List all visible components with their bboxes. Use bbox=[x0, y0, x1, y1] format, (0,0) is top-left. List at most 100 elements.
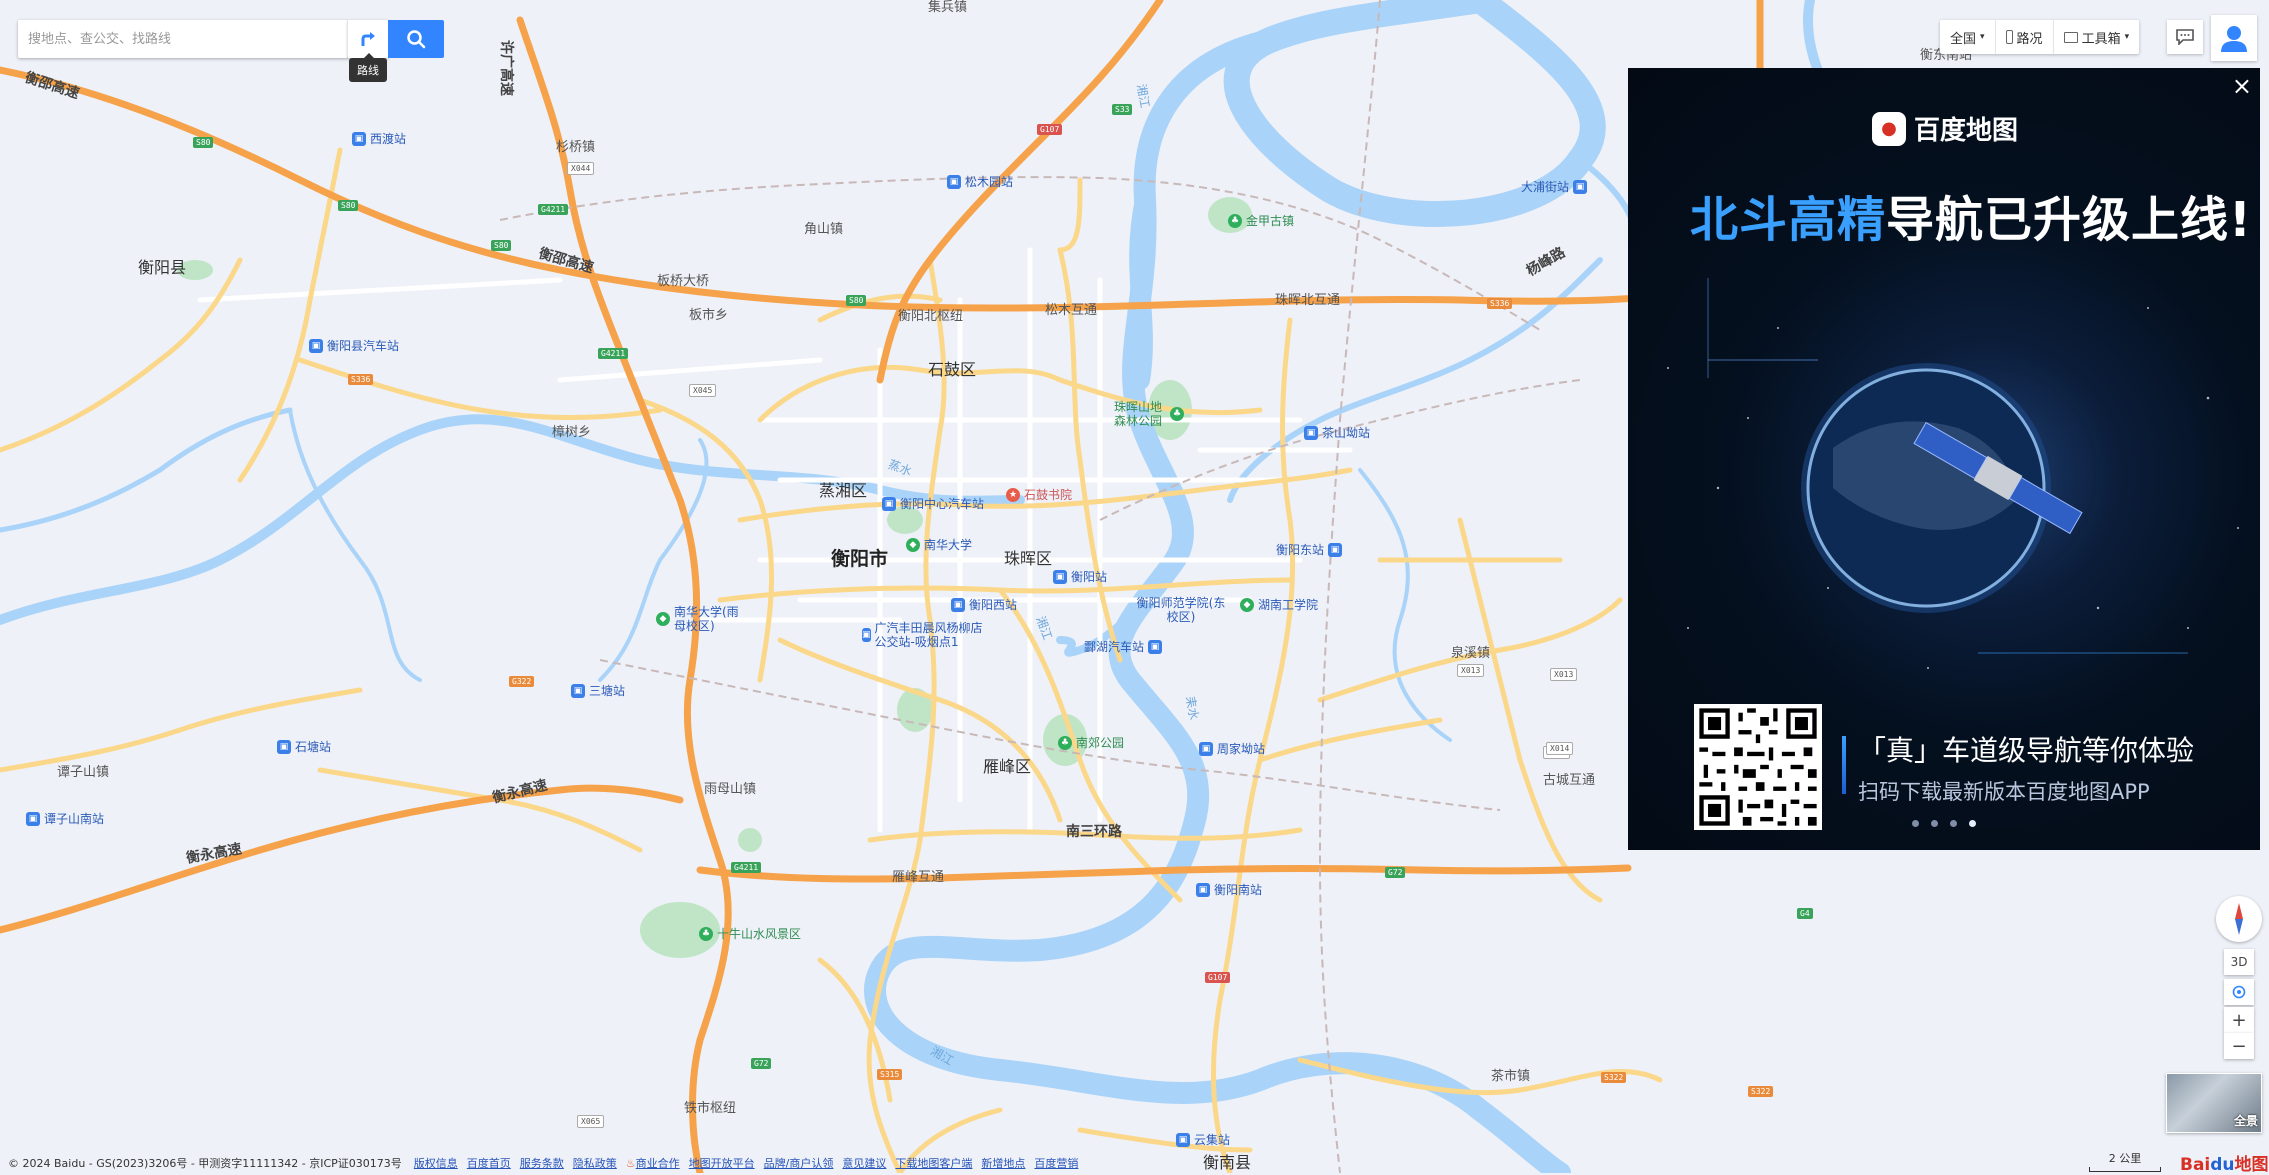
zoom-out-button[interactable]: − bbox=[2224, 1033, 2254, 1059]
3d-toggle[interactable]: 3D bbox=[2224, 949, 2254, 975]
scenic-poi[interactable]: 珠晖山地森林公园 ♣ bbox=[1114, 400, 1232, 428]
scenic-poi[interactable]: ♣ 十牛山水风景区 bbox=[699, 925, 801, 942]
station-poi[interactable]: 大浦街站 ▣ bbox=[1521, 178, 1588, 195]
road-label: 铁市枢纽 bbox=[684, 1101, 737, 1116]
road-label: 松木互通 bbox=[1045, 303, 1098, 318]
promo-headline: 北斗高精导航已升级上线! bbox=[1690, 192, 2252, 248]
town-label: 板市乡 bbox=[689, 308, 729, 323]
school-icon: ◆ bbox=[656, 612, 670, 626]
school-icon: ◆ bbox=[1240, 597, 1254, 612]
town-label: 古城互通 bbox=[1543, 773, 1596, 788]
station-poi[interactable]: ▣ 广汽丰田晨风杨柳店公交站-吸烟点1 bbox=[862, 621, 990, 649]
scale-line bbox=[2089, 1167, 2161, 1172]
route-shield: S322 bbox=[1748, 1086, 1774, 1097]
carousel-dot[interactable] bbox=[1969, 820, 1976, 827]
scenic-poi[interactable]: ♣ 南郊公园 bbox=[1058, 734, 1124, 751]
road-label: 雁峰互通 bbox=[892, 870, 945, 885]
scenic-spot-icon: ♣ bbox=[1170, 407, 1184, 421]
school-poi[interactable]: ◆ 南华大学 bbox=[906, 536, 972, 553]
route-shield: S80 bbox=[491, 240, 512, 251]
footer-link-privacy[interactable]: 隐私政策 bbox=[573, 1155, 617, 1171]
carousel-dots bbox=[1912, 820, 1976, 827]
route-shield: X013 bbox=[1457, 664, 1485, 677]
school-poi[interactable]: ◆ 湖南工学院 bbox=[1240, 596, 1318, 613]
toolbox-button[interactable]: 工具箱 ▾ bbox=[2054, 20, 2140, 54]
footer-link-copyright[interactable]: 版权信息 bbox=[414, 1155, 458, 1171]
station-poi[interactable]: ▣ 茶山坳站 bbox=[1304, 424, 1370, 441]
panorama-thumbnail[interactable]: 全景 bbox=[2166, 1073, 2262, 1133]
station-poi[interactable]: ▣ 周家坳站 bbox=[1199, 740, 1265, 757]
district-label: 珠晖区 bbox=[1004, 549, 1053, 568]
footer-bar: © 2024 Baidu - GS(2023)3206号 - 甲测资字11111… bbox=[0, 1153, 1087, 1173]
road-label: 珠晖北互通 bbox=[1275, 293, 1341, 308]
footer-link-feedback[interactable]: 意见建议 bbox=[842, 1155, 886, 1171]
close-icon[interactable]: × bbox=[2232, 74, 2252, 98]
school-poi[interactable]: ◆ 南华大学(雨母校区) bbox=[656, 605, 750, 633]
compass-icon bbox=[2235, 903, 2243, 935]
landmark-icon: ★ bbox=[1006, 487, 1020, 502]
route-shield: G4211 bbox=[731, 862, 762, 873]
route-shield: X044 bbox=[567, 162, 595, 175]
footer-link-add-place[interactable]: 新增地点 bbox=[981, 1155, 1025, 1171]
station-poi[interactable]: ▣ 衡阳县汽车站 bbox=[309, 337, 399, 354]
carousel-dot[interactable] bbox=[1950, 820, 1957, 827]
bus-station-icon: ▣ bbox=[1148, 639, 1163, 654]
bus-station-icon: ▣ bbox=[277, 739, 291, 754]
carousel-dot[interactable] bbox=[1931, 820, 1938, 827]
scenic-spot-icon: ♣ bbox=[1228, 213, 1242, 228]
station-poi[interactable]: ▣ 松木园站 bbox=[947, 173, 1013, 190]
locate-button[interactable] bbox=[2224, 979, 2254, 1005]
town-label: 雨母山镇 bbox=[704, 782, 757, 797]
station-poi[interactable]: ▣ 衡阳站 bbox=[1053, 568, 1107, 585]
landmark-poi[interactable]: ★ 石鼓书院 bbox=[1006, 486, 1072, 503]
town-label: 角山镇 bbox=[804, 222, 844, 237]
search-input[interactable] bbox=[28, 20, 348, 58]
town-label: 集兵镇 bbox=[928, 0, 968, 15]
footer-link-download[interactable]: 下载地图客户端 bbox=[895, 1155, 972, 1171]
footer-link-open-platform[interactable]: 地图开放平台 bbox=[689, 1155, 755, 1171]
route-shield: S322 bbox=[1601, 1072, 1627, 1083]
footer-link-marketing[interactable]: 百度营销 bbox=[1034, 1155, 1078, 1171]
footer-link-terms[interactable]: 服务条款 bbox=[520, 1155, 564, 1171]
station-poi[interactable]: ▣ 衡阳西站 bbox=[951, 596, 1017, 613]
route-shield: G72 bbox=[1385, 867, 1406, 878]
train-station-icon: ▣ bbox=[1196, 882, 1210, 897]
zoom-in-button[interactable]: + bbox=[2224, 1007, 2254, 1033]
station-poi[interactable]: ▣ 石塘站 bbox=[277, 738, 331, 755]
road-label: 板桥大桥 bbox=[657, 274, 710, 289]
search-box bbox=[18, 20, 348, 58]
station-poi[interactable]: ▣ 衡阳中心汽车站 bbox=[882, 495, 984, 512]
promo-subline: 「真」车道级导航等你体验 bbox=[1858, 734, 2195, 767]
district-label: 衡阳县 bbox=[138, 258, 187, 277]
school-poi[interactable]: 衡阳师范学院(东校区) bbox=[1136, 596, 1226, 624]
baidu-maps-logo: ● 百度地图 bbox=[1872, 110, 2018, 147]
route-shield: X045 bbox=[689, 384, 717, 397]
compass-control[interactable] bbox=[2216, 896, 2262, 942]
route-shield: G4211 bbox=[598, 348, 629, 359]
route-shield: S33 bbox=[1112, 104, 1133, 115]
traffic-button[interactable]: 路况 bbox=[1996, 20, 2054, 54]
message-button[interactable] bbox=[2167, 20, 2203, 54]
scenic-spot-icon: ♣ bbox=[699, 926, 713, 941]
station-poi[interactable]: ▣ 西渡站 bbox=[352, 130, 406, 147]
station-poi[interactable]: ▣ 衡阳南站 bbox=[1196, 881, 1262, 898]
route-shield: S336 bbox=[348, 374, 374, 385]
route-shield: G107 bbox=[1205, 972, 1231, 983]
route-shield: G4211 bbox=[538, 204, 569, 215]
station-poi[interactable]: ▣ 云集站 bbox=[1176, 1131, 1230, 1148]
promo-banner[interactable]: × ● 百度地图 北斗高精导航已升级上线! 「真」车道级导航等你体验 扫码下载最… bbox=[1628, 68, 2260, 850]
search-button[interactable] bbox=[388, 20, 444, 58]
carousel-dot[interactable] bbox=[1912, 820, 1919, 827]
footer-link-brand-claim[interactable]: 品牌/商户认领 bbox=[764, 1155, 834, 1171]
route-shield: G107 bbox=[1037, 124, 1063, 135]
station-poi[interactable]: 酃湖汽车站 ▣ bbox=[1084, 638, 1163, 655]
scenic-poi[interactable]: ♣ 金甲古镇 bbox=[1228, 212, 1294, 229]
region-selector[interactable]: 全国 ▾ bbox=[1940, 20, 1996, 54]
station-poi[interactable]: 衡阳东站 ▣ bbox=[1276, 541, 1343, 558]
user-avatar[interactable] bbox=[2211, 15, 2257, 61]
bus-station-icon: ▣ bbox=[309, 338, 323, 353]
footer-link-home[interactable]: 百度首页 bbox=[467, 1155, 511, 1171]
footer-link-business[interactable]: 商业合作 bbox=[636, 1155, 680, 1171]
station-poi[interactable]: ▣ 三塘站 bbox=[571, 682, 625, 699]
station-poi[interactable]: ▣ 谭子山南站 bbox=[26, 810, 104, 827]
